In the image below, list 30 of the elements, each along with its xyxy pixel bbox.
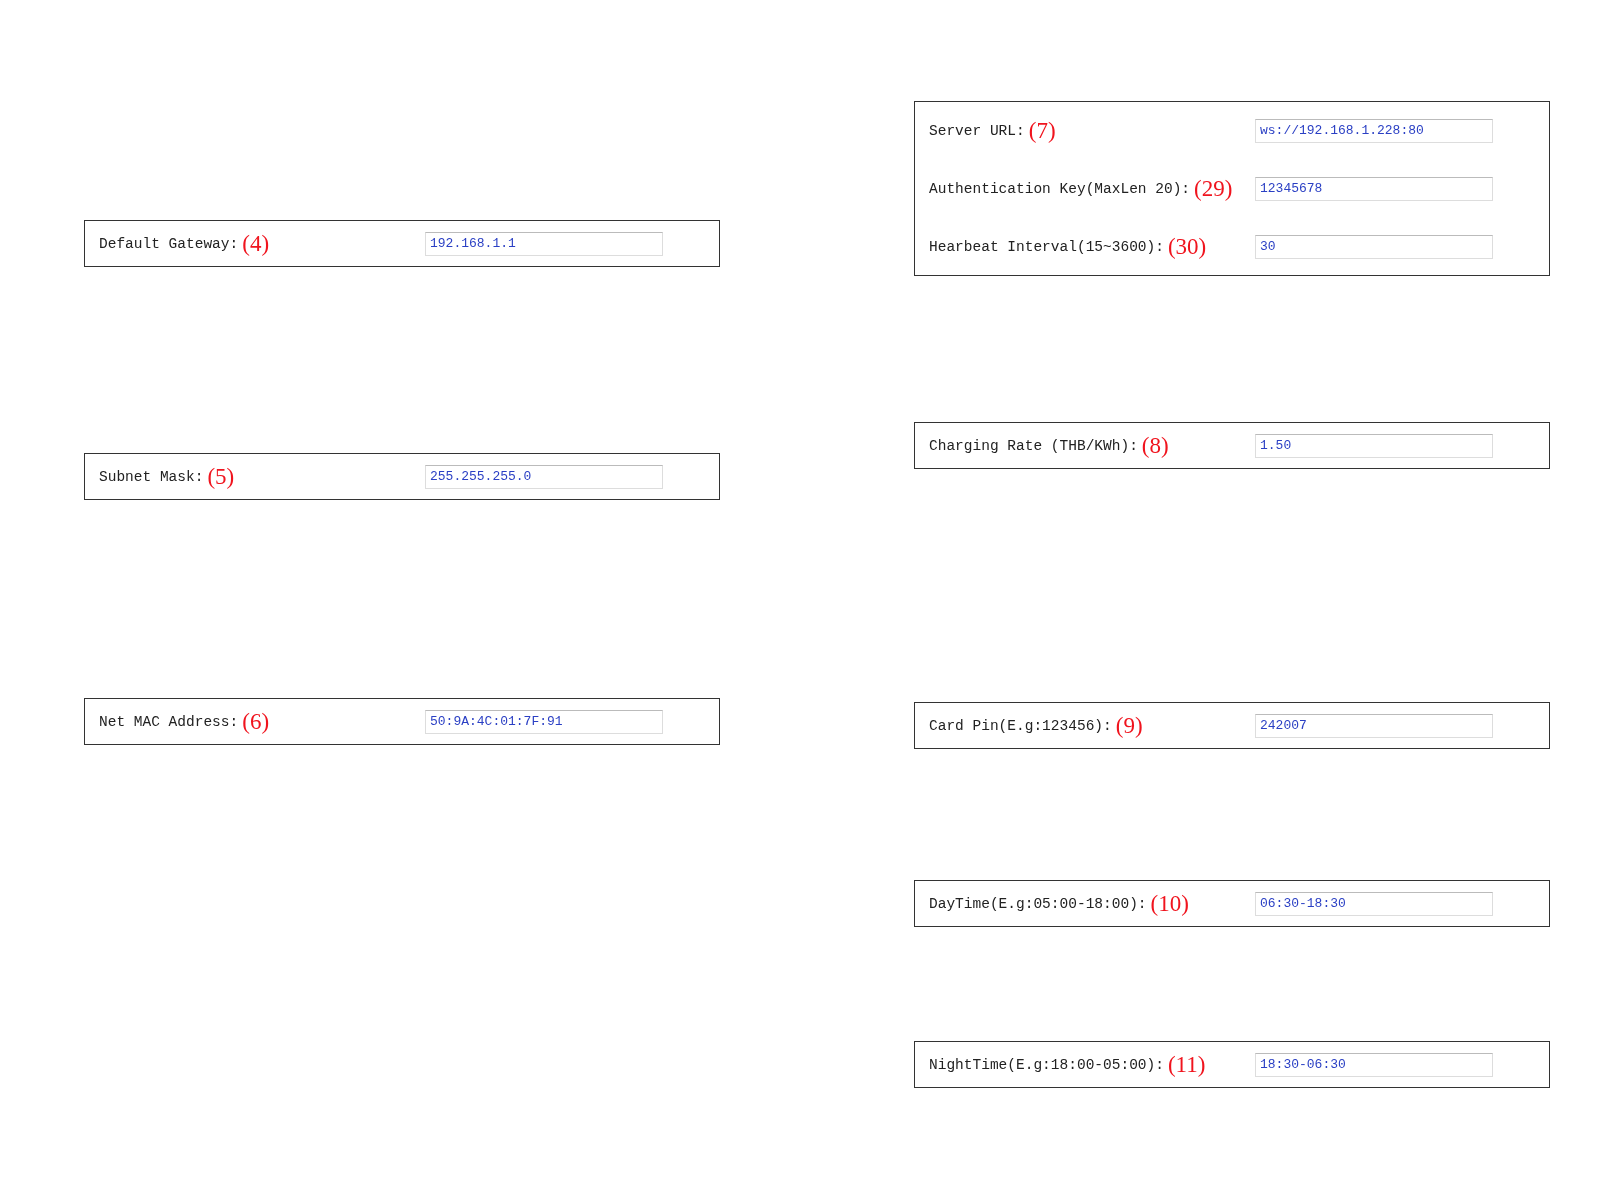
input-field[interactable]: 242007 xyxy=(1255,713,1493,738)
callout-number: (7) xyxy=(1028,117,1056,144)
field-label: Authentication Key(MaxLen 20): xyxy=(929,180,1191,197)
input-field[interactable]: 12345678 xyxy=(1255,176,1493,201)
callout-number: (8) xyxy=(1141,432,1169,459)
input-field[interactable]: 255.255.255.0 xyxy=(425,464,663,489)
field-label: Server URL: xyxy=(929,122,1025,139)
field-label: Hearbeat Interval(15~3600): xyxy=(929,238,1164,255)
callout-number: (11) xyxy=(1167,1051,1206,1078)
callout-number: (10) xyxy=(1150,890,1189,917)
callout-number: (29) xyxy=(1194,175,1233,202)
field-label: Default Gateway: xyxy=(99,235,239,252)
input-field[interactable]: 1.50 xyxy=(1255,433,1493,458)
input-field[interactable]: 30 xyxy=(1255,234,1493,259)
field-label: DayTime(E.g:05:00-18:00): xyxy=(929,895,1147,912)
callout-number: (4) xyxy=(242,230,270,257)
field-label: Subnet Mask: xyxy=(99,468,204,485)
callout-number: (5) xyxy=(207,463,235,490)
field-label: NightTime(E.g:18:00-05:00): xyxy=(929,1056,1164,1073)
field-label: Charging Rate (THB/KWh): xyxy=(929,437,1138,454)
callout-number: (30) xyxy=(1167,233,1207,260)
input-field[interactable]: 06:30-18:30 xyxy=(1255,891,1493,916)
input-field[interactable]: 18:30-06:30 xyxy=(1255,1052,1493,1077)
input-field[interactable]: ws://192.168.1.228:80 xyxy=(1255,118,1493,143)
callout-number: (6) xyxy=(242,708,270,735)
field-label: Net MAC Address: xyxy=(99,713,239,730)
field-label: Card Pin(E.g:123456): xyxy=(929,717,1112,734)
input-field[interactable]: 50:9A:4C:01:7F:91 xyxy=(425,709,663,734)
callout-number: (9) xyxy=(1115,712,1143,739)
input-field[interactable]: 192.168.1.1 xyxy=(425,231,663,256)
